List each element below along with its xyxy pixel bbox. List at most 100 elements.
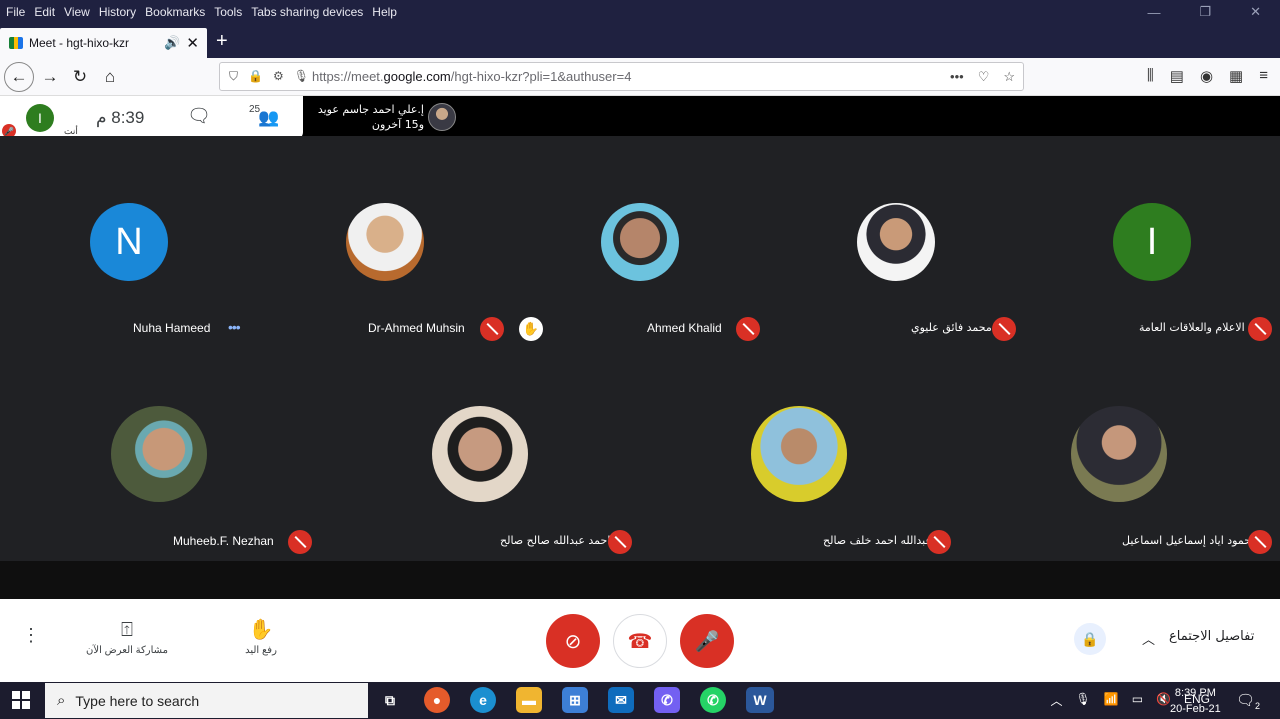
viber-icon[interactable]: ✆ [654,687,680,713]
participant-tile[interactable]: محمود اياد إسماعيل اسماعيل [960,350,1272,560]
meeting-info-card: 🎤 I أنت 8:39 م 🗨 25 👥 [0,96,303,140]
task-view-icon[interactable]: ⧉ [377,687,403,713]
menu-help[interactable]: Help [372,5,397,19]
notifications-icon[interactable]: 🗨2 [1236,691,1260,711]
taskbar-time: 8:39 PM [1174,687,1216,699]
participant-avatar [346,203,424,281]
leave-call-button[interactable]: ☎ [613,614,667,668]
menu-edit[interactable]: Edit [34,5,55,19]
home-button[interactable]: ⌂ [96,63,124,91]
account-icon[interactable]: ◉ [1200,67,1213,85]
tab-meet[interactable]: Meet - hgt-hixo-kzr 🔊 ✕ [0,28,207,58]
participant-tile[interactable]: N Nuha Hameed ••• [0,136,256,346]
participant-tile[interactable]: Dr-Ahmed Muhsin ✋ [256,136,543,346]
volume-muted-icon[interactable]: 🔇 [1156,692,1171,709]
camera-off-button[interactable]: ⊘ [546,614,600,668]
microphone-icon[interactable]: 🎙 [1076,692,1091,709]
meeting-details-button[interactable]: ︿ تفاصيل الاجتماع [1142,629,1254,648]
menu-bookmarks[interactable]: Bookmarks [145,5,205,19]
menu-view[interactable]: View [64,5,90,19]
presenter-avatar [428,103,456,131]
menu-history[interactable]: History [99,5,136,19]
participant-avatar [1071,406,1167,502]
participant-tile[interactable]: محمد فائق عليوي [768,136,1024,346]
library-icon[interactable]: ⫼ [1147,67,1154,85]
minimize-icon[interactable]: — [1147,5,1160,20]
speaker-icon[interactable]: 🔊 [164,35,180,51]
url-text: https://meet.google.com/hgt-hixo-kzr?pli… [312,69,631,84]
url-path: /hgt-hixo-kzr?pli=1&authuser=4 [450,69,632,84]
new-tab-button[interactable]: + [216,30,228,53]
people-icon[interactable]: 👥 [258,108,279,128]
participant-tile[interactable]: Muheeb.F. Nezhan [0,350,312,560]
participant-name: Dr-Ahmed Muhsin [368,321,465,335]
menu-file[interactable]: File [6,5,25,19]
close-window-icon[interactable]: ✕ [1250,4,1261,20]
maximize-icon[interactable]: ❐ [1199,4,1211,20]
url-bar[interactable]: ⛉ 🔒 ⚙ 🎙 https://meet.google.com/hgt-hixo… [219,62,1024,91]
host-controls-icon[interactable]: 🔒 [1074,623,1106,655]
self-avatar[interactable]: I [26,104,54,132]
participant-tile[interactable]: عبدالله احمد خلف صالح [640,350,951,560]
muted-mic-icon [480,317,504,341]
raise-hand-button[interactable]: ✋ رفع اليد [236,617,286,656]
show-hidden-icon[interactable]: ︿ [1050,692,1062,709]
chat-icon[interactable]: 🗨 [187,104,211,128]
screen: File Edit View History Bookmarks Tools T… [0,0,1280,719]
shield-icon[interactable]: ⛉ [229,69,238,84]
menu-tabs-sharing[interactable]: Tabs sharing devices [251,5,363,19]
mic-off-button[interactable]: 🎤 [680,614,734,668]
pocket-icon[interactable]: ♡ [978,69,990,85]
sidebar-icon[interactable]: ▤ [1170,67,1184,85]
word-icon[interactable]: W [746,687,774,713]
participant-name: Ahmed Khalid [647,321,722,335]
close-tab-icon[interactable]: ✕ [186,34,199,52]
menu-icon[interactable]: ≡ [1259,67,1268,85]
participant-tile[interactable]: احمد عبدالله صالح صالح [320,350,632,560]
participant-tile[interactable]: I الاعلام والعلاقات العامة [1024,136,1280,346]
taskbar-search[interactable]: ⌕ Type here to search [45,683,368,718]
extensions-icon[interactable]: ▦ [1229,67,1243,85]
presenter-text: إ.علي احمد جاسم عويد و15 آخرون [284,102,424,132]
participant-avatar [857,203,935,281]
start-button[interactable] [12,691,30,709]
more-options-icon[interactable]: ⋮ [22,625,40,646]
meet-favicon-icon [9,37,23,49]
meeting-clock: 8:39 م [96,108,145,127]
participant-tile[interactable]: Ahmed Khalid [512,136,768,346]
lock-icon[interactable]: 🔒 [248,69,263,84]
forward-button[interactable]: → [36,63,64,91]
network-icon[interactable]: 📶 [1104,692,1119,709]
participant-name: محمود اياد إسماعيل اسماعيل [1122,534,1258,547]
muted-mic-icon [1248,530,1272,554]
store-icon[interactable]: ⊞ [562,687,588,713]
more-actions-icon[interactable]: ••• [950,69,964,85]
participant-name: Muheeb.F. Nezhan [173,534,274,548]
browser-menubar: File Edit View History Bookmarks Tools T… [0,0,1280,24]
muted-mic-icon [992,317,1016,341]
muted-mic-icon [288,530,312,554]
edge-icon[interactable]: e [470,687,496,713]
permissions-icon[interactable]: ⚙ [273,69,284,84]
battery-icon[interactable]: ▭ [1132,692,1143,709]
whatsapp-icon[interactable]: ✆ [700,687,726,713]
mic-icon[interactable]: 🎙 [294,69,309,84]
file-explorer-icon[interactable]: ▬ [516,687,542,713]
firefox-icon[interactable]: ● [424,687,450,713]
bookmark-star-icon[interactable]: ☆ [1003,69,1015,85]
navigation-bar: ← → ↻ ⌂ ⛉ 🔒 ⚙ 🎙 https://meet.google.com/… [0,58,1280,96]
participant-avatar: N [90,203,168,281]
present-now-button[interactable]: ⍐ مشاركة العرض الآن [84,619,170,656]
reload-button[interactable]: ↻ [66,63,94,91]
menu-tools[interactable]: Tools [214,5,242,19]
participant-avatar: I [1113,203,1191,281]
mic-off-icon: 🎤 [694,630,720,653]
meeting-details-label: تفاصيل الاجتماع [1169,629,1255,644]
presenter-card[interactable]: إ.علي احمد جاسم عويد و15 آخرون [303,96,464,139]
chevron-up-icon: ︿ [1142,632,1156,647]
back-button[interactable]: ← [4,62,34,92]
taskbar-clock[interactable]: 8:39 PM 20-Feb-21 [1170,685,1221,717]
mail-icon[interactable]: ✉ [608,687,634,713]
participant-avatar [601,203,679,281]
participant-name: عبدالله احمد خلف صالح [823,534,933,547]
